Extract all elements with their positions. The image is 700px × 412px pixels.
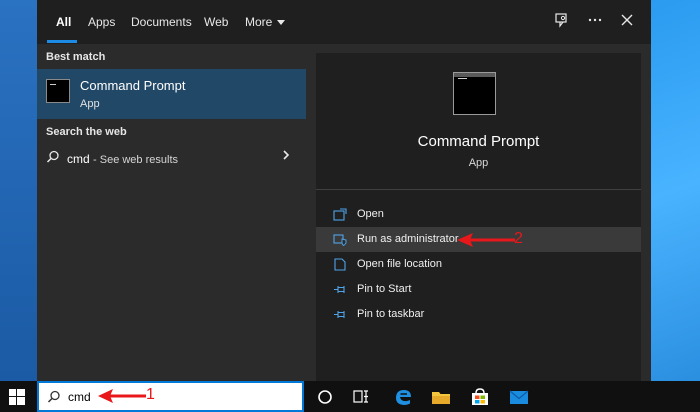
web-result-text: cmd - See web results — [67, 152, 178, 166]
start-search-panel: All Apps Documents Web More Best match C… — [37, 0, 651, 381]
feedback-icon[interactable] — [552, 12, 572, 32]
action-pin-to-start-label: Pin to Start — [357, 283, 412, 295]
chevron-right-icon[interactable] — [281, 148, 291, 165]
close-icon[interactable] — [617, 12, 637, 32]
caret-down-icon — [277, 20, 286, 25]
search-icon — [47, 390, 60, 403]
start-icon[interactable] — [9, 389, 25, 405]
action-open-label: Open — [357, 208, 384, 220]
action-pin-to-taskbar-label: Pin to taskbar — [357, 308, 425, 320]
taskbar-search-box[interactable] — [37, 381, 304, 412]
best-match-type: App — [80, 98, 100, 110]
desktop-background-right — [651, 0, 700, 381]
annotation-step-2: 2 — [514, 230, 523, 247]
action-open-file-location-label: Open file location — [357, 258, 442, 270]
tab-documents[interactable]: Documents — [131, 0, 192, 44]
file-explorer-icon[interactable] — [430, 386, 452, 408]
tab-all-indicator — [47, 40, 77, 43]
app-detail-pane: Command Prompt App Open Run as administr… — [316, 53, 641, 381]
best-match-item[interactable]: Command Prompt App — [37, 69, 306, 119]
detail-title: Command Prompt — [417, 133, 540, 150]
annotation-arrow-2 — [457, 233, 515, 247]
tab-more[interactable]: More — [245, 0, 286, 44]
cortana-icon[interactable] — [314, 386, 336, 408]
annotation-step-1: 1 — [146, 386, 155, 403]
best-match-title: Command Prompt — [80, 78, 186, 93]
tab-more-label: More — [245, 15, 273, 29]
open-icon — [333, 208, 347, 221]
store-icon[interactable] — [469, 386, 491, 408]
action-run-as-administrator-label: Run as administrator — [357, 233, 459, 245]
command-prompt-large-icon — [453, 72, 496, 115]
action-pin-to-start[interactable]: Pin to Start — [316, 277, 641, 302]
web-result-item[interactable]: cmd - See web results — [37, 146, 306, 170]
search-web-heading: Search the web — [46, 126, 127, 138]
action-open-file-location[interactable]: Open file location — [316, 252, 641, 277]
desktop-background-left — [0, 0, 37, 381]
action-open[interactable]: Open — [316, 202, 641, 227]
detail-type: App — [468, 157, 489, 169]
tab-web[interactable]: Web — [204, 0, 228, 44]
pin-icon — [334, 286, 345, 293]
detail-divider — [316, 189, 641, 190]
file-location-icon — [334, 258, 346, 271]
command-prompt-icon — [46, 79, 70, 103]
shield-icon — [333, 234, 347, 246]
search-tabs-bar: All Apps Documents Web More — [37, 0, 651, 44]
results-list: Best match Command Prompt App Search the… — [37, 44, 306, 381]
edge-icon[interactable] — [392, 386, 414, 408]
action-pin-to-taskbar[interactable]: Pin to taskbar — [316, 302, 641, 327]
annotation-arrow-1 — [98, 389, 146, 403]
tab-all[interactable]: All — [56, 0, 71, 44]
best-match-heading: Best match — [46, 51, 106, 63]
task-view-icon[interactable] — [350, 386, 372, 408]
web-result-suffix: - See web results — [93, 154, 178, 166]
mail-icon[interactable] — [508, 386, 530, 408]
search-icon — [46, 150, 59, 163]
tab-apps[interactable]: Apps — [88, 0, 115, 44]
pin-icon — [334, 311, 345, 318]
more-options-icon[interactable] — [585, 12, 605, 32]
web-result-query: cmd — [67, 152, 90, 166]
